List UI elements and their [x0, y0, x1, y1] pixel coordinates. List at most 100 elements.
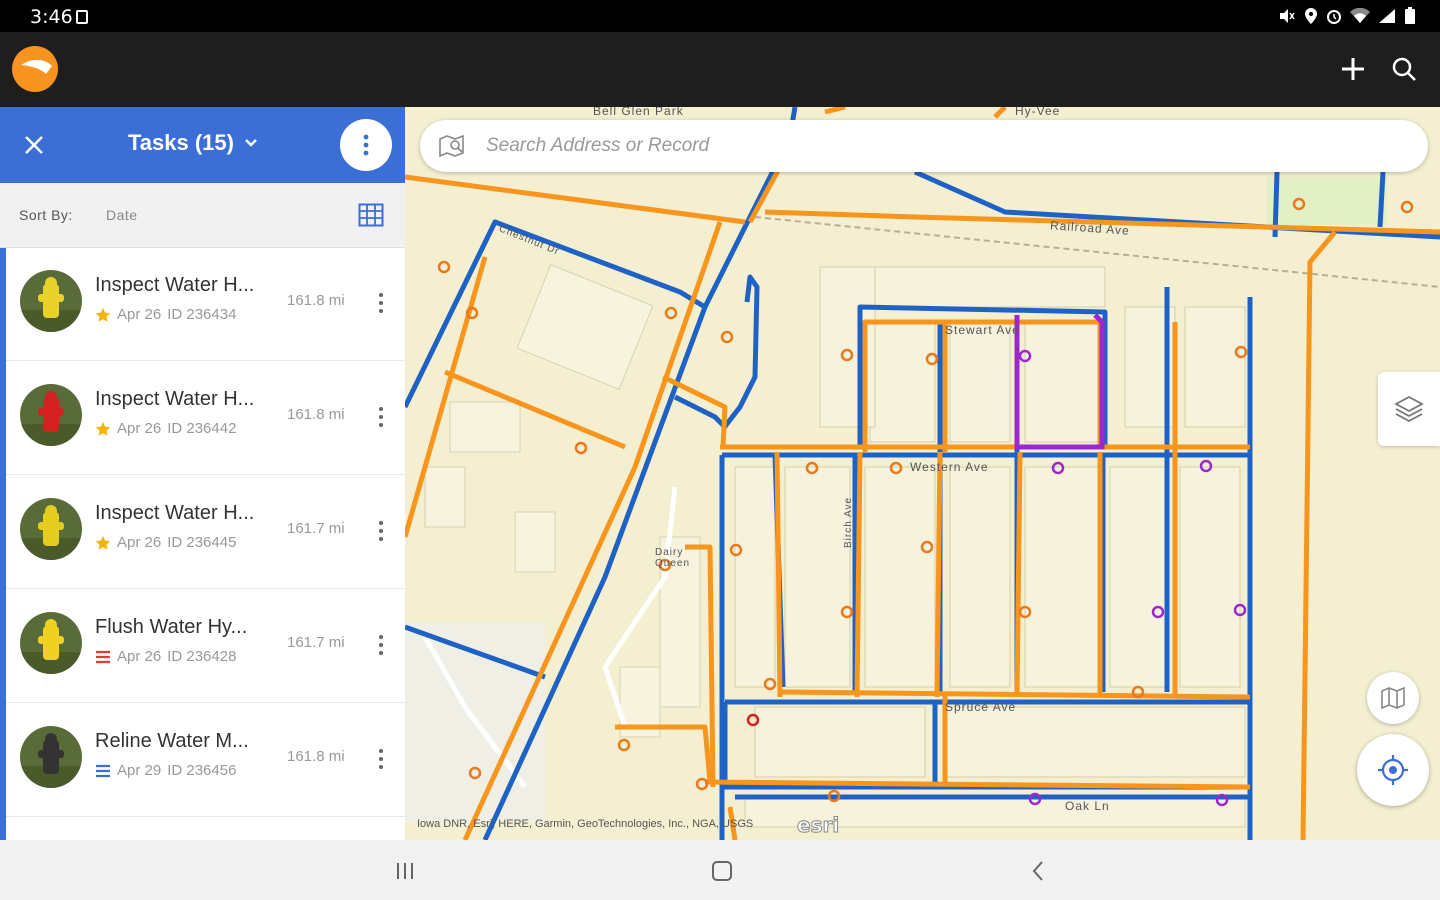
star-icon — [95, 535, 111, 550]
back-icon — [1032, 861, 1043, 881]
my-location-button[interactable] — [1357, 734, 1429, 806]
street-label-oak: Oak Ln — [1065, 799, 1110, 813]
task-list-item[interactable]: Inspect Water H... Apr 26 ID 236445 161.… — [6, 476, 405, 589]
back-button[interactable] — [1018, 856, 1058, 886]
task-more-button[interactable] — [370, 516, 392, 546]
sort-row[interactable]: Sort By: Date — [0, 183, 405, 248]
system-nav-bar — [0, 840, 1440, 900]
task-list-item[interactable]: Reline Water M... Apr 29 ID 236456 161.8… — [6, 704, 405, 817]
task-meta: Apr 29 ID 236456 — [95, 762, 236, 779]
signal-icon — [1379, 9, 1395, 23]
task-id: ID 236434 — [167, 306, 237, 323]
status-icons — [1278, 7, 1416, 25]
task-date: Apr 26 — [117, 648, 162, 665]
status-bar: 3:46 — [0, 0, 1440, 32]
layers-icon — [1394, 395, 1424, 423]
table-view-button[interactable] — [356, 200, 386, 230]
basemap-button[interactable] — [1367, 672, 1419, 724]
task-distance: 161.8 mi — [287, 292, 345, 309]
task-more-button[interactable] — [370, 744, 392, 774]
recent-apps-button[interactable] — [385, 856, 425, 886]
map-search-input[interactable] — [486, 130, 1386, 162]
map-icon — [1381, 686, 1405, 710]
plus-icon — [1342, 58, 1364, 80]
add-button[interactable] — [1336, 52, 1370, 86]
task-distance: 161.8 mi — [287, 406, 345, 423]
screenshot-indicator-icon — [76, 10, 88, 24]
street-label-spruce: Spruce Ave — [945, 700, 1017, 714]
task-title: Reline Water M... — [95, 730, 249, 752]
task-id: ID 236442 — [167, 420, 237, 437]
street-label-western: Western Ave — [910, 460, 989, 474]
task-meta: Apr 26 ID 236445 — [95, 534, 236, 551]
task-list-item[interactable]: Inspect Water H... Apr 26 ID 236434 161.… — [6, 248, 405, 361]
task-more-button[interactable] — [370, 288, 392, 318]
search-button[interactable] — [1387, 52, 1421, 86]
search-icon — [1392, 57, 1416, 81]
more-vertical-icon — [379, 749, 383, 769]
battery-icon — [1405, 7, 1415, 24]
layers-button[interactable] — [1378, 372, 1440, 446]
task-list-item[interactable]: Inspect Water H... Apr 26 ID 236442 161.… — [6, 362, 405, 475]
task-filter-dropdown[interactable]: Tasks (15) — [128, 130, 258, 156]
panel-header: Tasks (15) — [0, 107, 405, 183]
task-meta: Apr 26 ID 236434 — [95, 306, 236, 323]
map-view[interactable]: Bell Glen Park Hy-Vee Railroad Ave Chest… — [405, 107, 1440, 840]
street-label-bell-glen: Bell Glen Park — [593, 107, 684, 118]
star-icon — [95, 307, 111, 322]
task-avatar — [20, 384, 82, 446]
sort-value[interactable]: Date — [106, 207, 138, 223]
task-more-button[interactable] — [370, 630, 392, 660]
more-vertical-icon — [379, 521, 383, 541]
more-vertical-icon — [379, 293, 383, 313]
close-panel-button[interactable] — [18, 129, 50, 161]
task-distance: 161.8 mi — [287, 748, 345, 765]
task-date: Apr 26 — [117, 534, 162, 551]
home-icon — [712, 861, 732, 881]
more-vertical-icon — [379, 635, 383, 655]
sort-label: Sort By: — [19, 207, 73, 223]
task-distance: 161.7 mi — [287, 634, 345, 651]
task-avatar — [20, 270, 82, 332]
task-title: Inspect Water H... — [95, 502, 255, 524]
street-label-stewart: Stewart Ave — [945, 323, 1020, 337]
chevron-down-icon — [245, 139, 257, 147]
alarm-icon — [1327, 10, 1341, 24]
map-attribution: Iowa DNR, Esri, HERE, Garmin, GeoTechnol… — [417, 818, 754, 830]
panel-menu-button[interactable] — [340, 119, 392, 171]
more-vertical-icon — [379, 407, 383, 427]
task-avatar — [20, 612, 82, 674]
task-id: ID 236456 — [167, 762, 237, 779]
recents-icon — [397, 863, 413, 879]
app-bar — [0, 32, 1440, 107]
status-time: 3:46 — [30, 6, 73, 28]
task-title: Inspect Water H... — [95, 274, 255, 296]
mute-icon — [1280, 9, 1295, 23]
task-title: Inspect Water H... — [95, 388, 255, 410]
street-label-hy-vee: Hy-Vee — [1015, 107, 1061, 118]
task-id: ID 236428 — [167, 648, 237, 665]
map-search-icon — [439, 134, 464, 158]
map-search-bar[interactable] — [420, 120, 1428, 172]
close-icon — [25, 136, 43, 154]
more-vertical-icon — [363, 134, 369, 156]
task-id: ID 236445 — [167, 534, 237, 551]
panel-title: Tasks (15) — [128, 130, 234, 155]
home-button[interactable] — [702, 856, 742, 886]
task-list-item[interactable]: Flush Water Hy... Apr 26 ID 236428 161.7… — [6, 590, 405, 703]
task-avatar — [20, 498, 82, 560]
locate-icon — [1378, 755, 1408, 785]
task-more-button[interactable] — [370, 402, 392, 432]
task-date: Apr 26 — [117, 420, 162, 437]
task-title: Flush Water Hy... — [95, 616, 248, 638]
street-label-birch: Birch Ave — [843, 496, 855, 549]
wifi-icon — [1350, 8, 1370, 23]
task-distance: 161.7 mi — [287, 520, 345, 537]
task-date: Apr 29 — [117, 762, 162, 779]
poi-label-dairy-queen: Dairy Queen — [655, 547, 691, 569]
task-meta: Apr 26 ID 236428 — [95, 648, 236, 665]
task-meta: Apr 26 ID 236442 — [95, 420, 236, 437]
priority-bars-icon — [96, 764, 110, 777]
app-logo[interactable] — [12, 46, 58, 92]
esri-logo: esri — [796, 813, 840, 838]
